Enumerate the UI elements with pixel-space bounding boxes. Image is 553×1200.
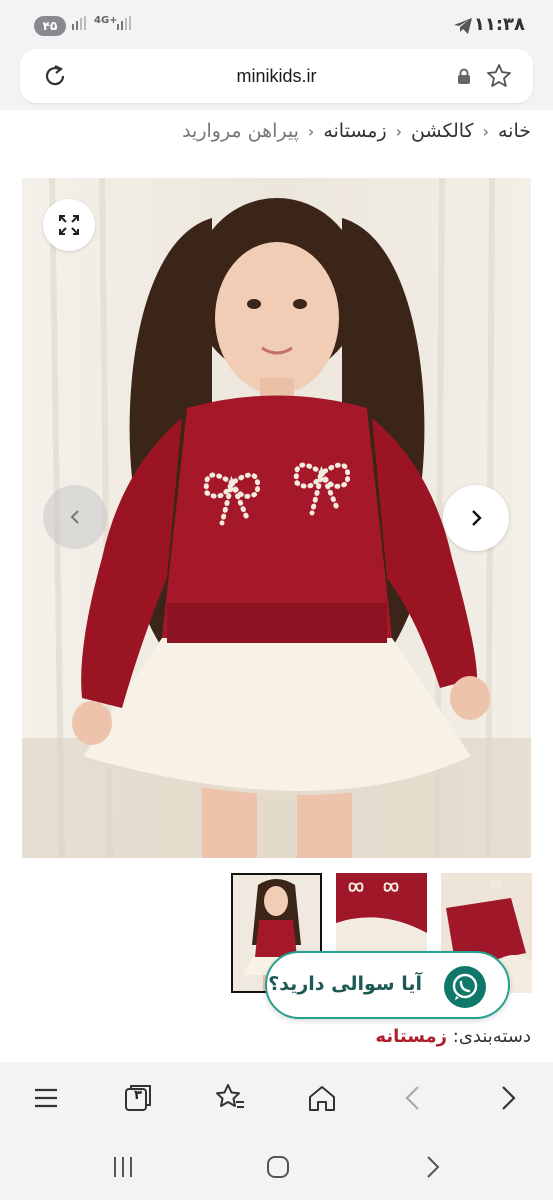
telegram-icon <box>453 17 473 39</box>
forward-icon[interactable] <box>490 1080 526 1116</box>
network-type-label: 4G+ <box>94 15 118 26</box>
category-label: دسته‌بندی: <box>452 1026 531 1047</box>
breadcrumb-home[interactable]: خانه <box>498 120 531 142</box>
breadcrumb-winter[interactable]: زمستانه <box>323 120 386 142</box>
bookmark-star-icon[interactable] <box>485 62 513 94</box>
browser-top-bar: minikids.ir <box>0 46 553 110</box>
tab-count: ۳ <box>134 1088 142 1103</box>
expand-icon <box>59 215 79 235</box>
breadcrumb-separator-icon: ‹ <box>482 122 489 141</box>
back-nav-icon[interactable] <box>420 1154 446 1184</box>
category-link[interactable]: زمستانه <box>375 1026 447 1047</box>
address-bar[interactable]: minikids.ir <box>20 49 533 103</box>
next-image-button[interactable] <box>443 485 509 551</box>
recent-apps-icon[interactable] <box>110 1154 136 1184</box>
favorites-icon[interactable] <box>212 1080 248 1116</box>
menu-icon[interactable] <box>28 1080 64 1116</box>
breadcrumb-separator-icon: ‹ <box>395 122 403 141</box>
expand-image-button[interactable] <box>43 199 95 251</box>
product-category: دسته‌بندی: زمستانه <box>375 1026 531 1047</box>
chevron-right-icon <box>472 510 482 526</box>
status-bar: ۴۵ 4G+ ۱۱:۳۸ <box>0 0 553 46</box>
breadcrumb-separator-icon: ‹ <box>307 122 315 141</box>
browser-bottom-toolbar: ۳ <box>0 1062 553 1132</box>
back-icon[interactable] <box>396 1080 432 1116</box>
signal-bars-2-icon <box>117 16 133 33</box>
home-icon[interactable] <box>304 1080 340 1116</box>
breadcrumb: خانه ‹ کالکشن ‹ زمستانه ‹ پیراهن مروارید <box>182 120 531 142</box>
whatsapp-icon <box>444 966 486 1008</box>
clock: ۱۱:۳۸ <box>473 14 525 35</box>
system-navigation-bar <box>0 1132 553 1200</box>
breadcrumb-collection[interactable]: کالکشن <box>411 120 474 142</box>
previous-image-button[interactable] <box>43 485 107 549</box>
breadcrumb-current: پیراهن مروارید <box>182 120 299 142</box>
tabs-button[interactable]: ۳ <box>120 1080 156 1116</box>
battery-indicator: ۴۵ <box>34 16 66 36</box>
whatsapp-label: آیا سوالی دارید؟ <box>268 973 422 995</box>
whatsapp-contact-button[interactable]: آیا سوالی دارید؟ <box>265 951 510 1019</box>
lock-icon <box>457 68 471 88</box>
home-nav-icon[interactable] <box>265 1154 291 1184</box>
chevron-left-icon <box>70 510 79 524</box>
signal-bars-icon <box>72 16 88 33</box>
